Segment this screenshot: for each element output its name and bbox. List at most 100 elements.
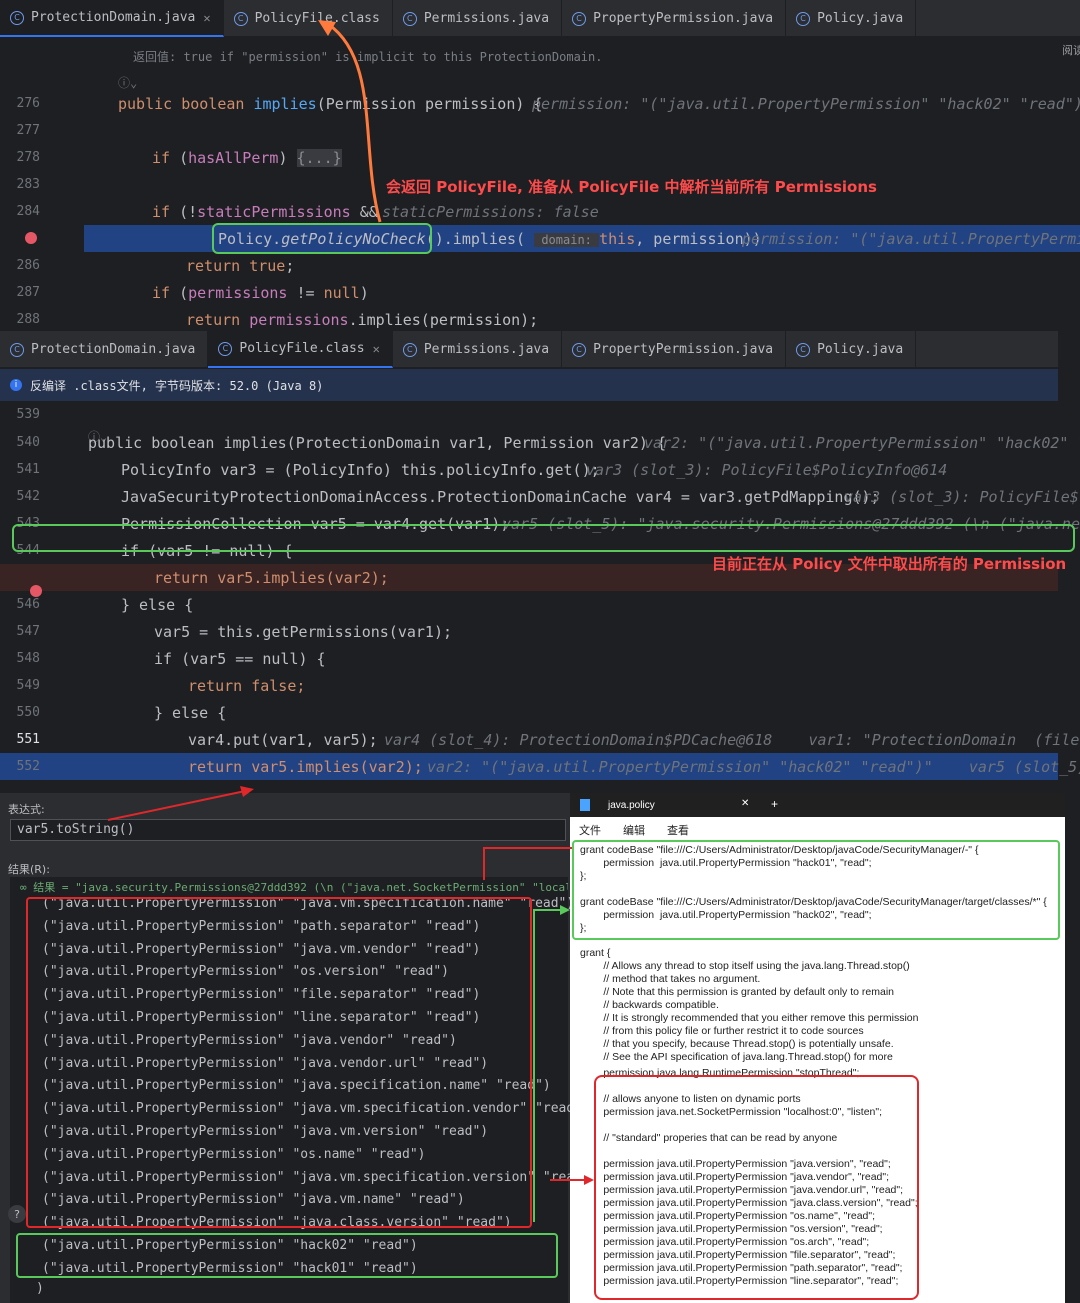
code-line: 546 } else { — [0, 591, 1058, 618]
green-box-hack — [16, 1233, 558, 1278]
tab-permissions[interactable]: C Permissions.java — [393, 331, 563, 368]
line-number: 548 — [16, 651, 40, 666]
code-line: 288 return permissions.implies(permissio… — [16, 310, 539, 329]
code-text: PolicyInfo var3 = (PolicyInfo) this.poli… — [121, 460, 600, 479]
code-text: var4.put(var1, var5); — [188, 730, 378, 749]
class-icon: C — [796, 342, 811, 357]
line-number: 552 — [16, 759, 40, 774]
doc-hint: 返回值: true if "permission" is implicit to… — [133, 50, 603, 64]
expression-label: 表达式: — [8, 803, 45, 816]
notepad-menubar: 文件 编辑 查看 — [570, 817, 1065, 842]
code-text: return var5.implies(var2); — [188, 757, 423, 776]
class-icon: C — [796, 11, 811, 26]
code-line: 284 if (!staticPermissions && staticPerm… — [16, 202, 599, 221]
class-icon: C — [218, 341, 233, 356]
code-text: } else { — [121, 595, 194, 614]
line-number: 546 — [16, 597, 40, 612]
code-line: 540 public boolean implies(ProtectionDoma… — [0, 429, 1080, 456]
code-line: 550 } else { — [0, 699, 1058, 726]
inline-hint: var2: "("java.util.PropertyPermission" "… — [644, 433, 1080, 452]
top-editor: C ProtectionDomain.java ✕ C PolicyFile.clas… — [0, 0, 1080, 330]
inline-hint: var4 (slot_4): ProtectionDomain$PDCache@… — [384, 730, 1080, 749]
code-text: public boolean implies(ProtectionDomain … — [88, 433, 666, 452]
code-text: var5 = this.getPermissions(var1); — [154, 622, 453, 641]
code-line: 539 — [0, 401, 1058, 428]
code-text: return var5.implies(var2); — [154, 568, 389, 587]
notepad-titlebar: java.policy ✕ + — [570, 793, 1065, 817]
line-number: 547 — [16, 624, 40, 639]
close-icon[interactable]: ✕ — [203, 11, 210, 25]
close-icon[interactable]: ✕ — [373, 342, 380, 356]
line-number: 542 — [16, 489, 40, 504]
tab-policyfile[interactable]: C PolicyFile.class ✕ — [208, 331, 393, 368]
code-line: 548 if (var5 == null) { — [0, 645, 1058, 672]
tab-propertypermission[interactable]: C PropertyPermission.java — [562, 0, 787, 37]
code-text: return false; — [188, 676, 306, 695]
expression-input[interactable]: var5.toString() — [10, 819, 566, 841]
tab-policy[interactable]: C Policy.java — [786, 0, 917, 37]
inline-hint: var2: "("java.util.PropertyPermission" "… — [427, 757, 1080, 776]
line-number: 549 — [16, 678, 40, 693]
result-row: ) — [36, 1281, 44, 1296]
menu-file[interactable]: 文件 — [579, 822, 601, 838]
code-line: 278 if (hasAllPerm) {...} — [16, 148, 342, 167]
code-line: 276 public boolean implies(Permission pe… — [16, 94, 1080, 113]
line-number: 540 — [16, 435, 40, 450]
code-text: JavaSecurityProtectionDomainAccess.Prote… — [121, 487, 880, 506]
code-line: 547 var5 = this.getPermissions(var1); — [0, 618, 1058, 645]
policy-grant-comments: grant { // Allows any thread to stop its… — [580, 947, 919, 1065]
line-number: 551 — [16, 732, 40, 747]
breakpoint-icon[interactable] — [25, 232, 37, 244]
green-box-notepad — [572, 840, 1060, 940]
green-box-line543 — [12, 524, 1075, 552]
inline-hint: var3 (slot_3): PolicyFile$ — [844, 487, 1079, 506]
highlight-box — [212, 223, 432, 254]
help-icon[interactable]: ? — [8, 1205, 26, 1223]
code-line: 541 PolicyInfo var3 = (PolicyInfo) this.p… — [0, 456, 1058, 483]
code-line: 551 var4.put(var1, var5); var4 (slot_4): P… — [0, 726, 1080, 753]
class-icon: C — [10, 10, 24, 25]
decompile-banner: i 反编译 .class文件, 字节码版本: 52.0 (Java 8) — [0, 369, 1058, 401]
tab-protectiondomain[interactable]: C ProtectionDomain.java — [0, 331, 209, 368]
code-line: 552 return var5.implies(var2); var2: "("ja… — [0, 753, 1080, 780]
info-icon: i — [10, 379, 22, 391]
red-box-notepad — [594, 1075, 919, 1300]
code-line: 542 JavaSecurityProtectionDomainAccess.Pr… — [0, 483, 1079, 510]
result-label: 结果(R): — [8, 863, 50, 876]
tab-policyfile[interactable]: C PolicyFile.class — [224, 0, 393, 37]
close-icon[interactable]: ✕ — [741, 798, 749, 809]
notepad-icon — [580, 799, 590, 811]
class-icon: C — [233, 11, 248, 26]
class-icon: C — [402, 342, 417, 357]
author-hint: ⓘ⌄ — [118, 76, 138, 90]
inline-hint: var3 (slot_3): PolicyFile$PolicyInfo@614 — [586, 460, 948, 479]
class-icon: C — [10, 342, 24, 357]
reader-mode-label[interactable]: 阅读 — [1062, 42, 1080, 58]
red-box-results — [26, 897, 532, 1228]
new-tab-button[interactable]: + — [771, 797, 778, 811]
code-line: 277 — [16, 123, 40, 138]
breakpoint-icon[interactable] — [30, 585, 42, 597]
class-icon: C — [572, 11, 587, 26]
code-text: if (var5 == null) { — [154, 649, 326, 668]
tab-permissions[interactable]: C Permissions.java — [393, 0, 563, 37]
menu-edit[interactable]: 编辑 — [623, 822, 645, 838]
tab-protectiondomain[interactable]: C ProtectionDomain.java ✕ — [0, 0, 224, 37]
code-text: } else { — [154, 703, 227, 722]
code-line: 286 return true; — [16, 256, 295, 275]
annotation-top: 会返回 PolicyFile, 准备从 PolicyFile 中解析当前所有 P… — [386, 178, 877, 196]
result-header[interactable]: ∞ 结果 = "java.security.Permissions@27ddd3… — [20, 879, 568, 895]
tab-propertypermission[interactable]: C PropertyPermission.java — [562, 331, 787, 368]
top-tab-bar: C ProtectionDomain.java ✕ C PolicyFile.clas… — [0, 0, 1080, 37]
code-line: 549 return false; — [0, 672, 1058, 699]
tab-policy[interactable]: C Policy.java — [786, 331, 917, 368]
line-number: 539 — [16, 407, 40, 422]
line-number: 550 — [16, 705, 40, 720]
class-icon: C — [402, 11, 417, 26]
menu-view[interactable]: 查看 — [667, 822, 689, 838]
class-icon: C — [572, 342, 587, 357]
line-number: 541 — [16, 462, 40, 477]
annotation-bottom: 目前正在从 Policy 文件中取出所有的 Permission — [712, 555, 1067, 573]
code-line: 287 if (permissions != null) — [16, 283, 369, 302]
bottom-tab-bar: C ProtectionDomain.java C PolicyFile.class… — [0, 331, 1058, 368]
